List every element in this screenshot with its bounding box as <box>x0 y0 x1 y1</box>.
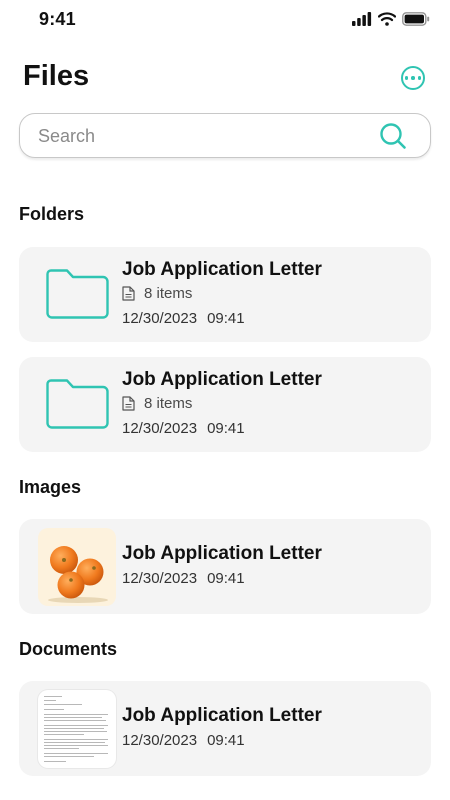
status-time: 9:41 <box>39 9 76 29</box>
wifi-icon <box>378 12 396 26</box>
more-icon <box>404 76 409 80</box>
file-icon <box>122 396 135 411</box>
folder-date-value: 12/30/2023 <box>122 310 198 327</box>
folder-count: 8 items <box>122 285 192 302</box>
document-time-value: 09:41 <box>207 732 245 749</box>
more-options-button[interactable] <box>401 66 425 90</box>
folder-icon <box>46 379 109 429</box>
folder-card[interactable]: Job Application Letter 8 items 12/30/202… <box>19 357 431 452</box>
folder-date-value: 12/30/2023 <box>122 420 198 437</box>
folder-name: Job Application Letter <box>122 259 322 280</box>
battery-icon <box>402 12 430 26</box>
folder-card[interactable]: Job Application Letter 8 items 12/30/202… <box>19 247 431 342</box>
status-bar: 9:41 <box>0 0 450 40</box>
section-title-documents: Documents <box>19 639 118 659</box>
oranges-image <box>48 546 108 603</box>
section-title-folders: Folders <box>19 204 85 224</box>
document-name: Job Application Letter <box>122 705 322 726</box>
image-card[interactable]: Job Application Letter 12/30/2023 09:41 <box>19 519 431 614</box>
page-title: Files <box>23 60 90 92</box>
folder-count: 8 items <box>122 395 192 412</box>
search-input[interactable] <box>38 124 368 148</box>
folder-icon <box>46 269 109 319</box>
file-icon <box>122 286 135 301</box>
more-icon-dot <box>411 76 415 80</box>
document-thumbnail <box>38 690 116 768</box>
folder-count-label: 8 items <box>144 285 193 302</box>
more-icon-dot <box>417 76 422 80</box>
image-name: Job Application Letter <box>122 543 322 564</box>
search-icon[interactable] <box>379 122 407 150</box>
folder-name: Job Application Letter <box>122 369 322 390</box>
folder-date: 12/30/2023 09:41 <box>122 420 245 437</box>
status-icons <box>352 12 430 26</box>
image-thumbnail <box>38 528 116 606</box>
document-date-value: 12/30/2023 <box>122 732 198 749</box>
image-time-value: 09:41 <box>207 570 245 587</box>
folder-date: 12/30/2023 09:41 <box>122 310 245 327</box>
signal-icon <box>352 12 372 26</box>
section-title-images: Images <box>19 477 82 497</box>
image-date: 12/30/2023 09:41 <box>122 570 245 587</box>
image-date-value: 12/30/2023 <box>122 570 198 587</box>
folder-time-value: 09:41 <box>207 310 245 327</box>
search-bar <box>19 113 431 158</box>
folder-count-label: 8 items <box>144 395 193 412</box>
document-date: 12/30/2023 09:41 <box>122 732 245 749</box>
document-card[interactable]: Job Application Letter 12/30/2023 09:41 <box>19 681 431 776</box>
folder-time-value: 09:41 <box>207 420 245 437</box>
